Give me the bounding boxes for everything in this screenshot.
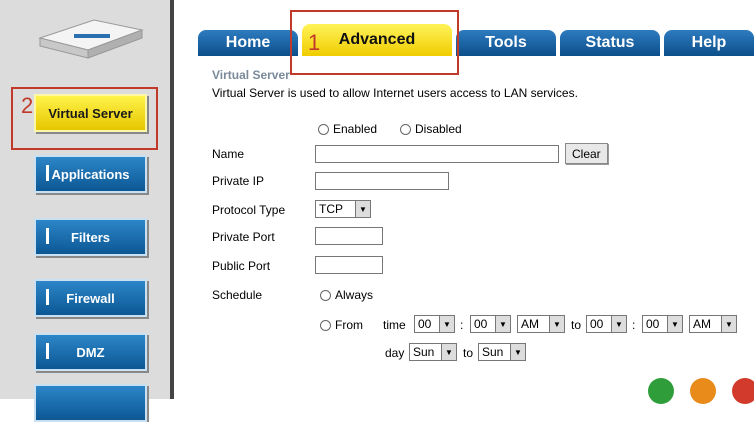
- sidebar-item-label: Applications: [51, 166, 130, 182]
- apply-icon[interactable]: [648, 378, 674, 404]
- annotation-number-2: 2: [21, 93, 34, 118]
- tab-home[interactable]: Home: [198, 30, 298, 56]
- tick-icon: [46, 228, 49, 244]
- private-port-input[interactable]: [315, 227, 383, 245]
- section-description: Virtual Server is used to allow Internet…: [212, 86, 578, 100]
- enabled-label: Enabled: [333, 122, 378, 136]
- cancel-icon[interactable]: [690, 378, 716, 404]
- tab-label: Status: [585, 34, 635, 51]
- time-from-ampm-select[interactable]: AM ▼: [517, 315, 565, 333]
- tick-icon: [46, 343, 49, 359]
- chevron-down-icon: ▼: [441, 344, 456, 360]
- tab-help[interactable]: Help: [664, 30, 754, 56]
- radio-icon: [320, 320, 331, 332]
- sidebar-item-more[interactable]: [34, 384, 147, 422]
- schedule-label: Schedule: [212, 288, 263, 302]
- private-ip-input[interactable]: [315, 172, 449, 190]
- select-value: 00: [474, 317, 488, 331]
- tick-icon: [46, 165, 49, 181]
- chevron-down-icon: ▼: [721, 316, 736, 332]
- chevron-down-icon: ▼: [611, 316, 626, 332]
- to-label: to: [463, 346, 474, 360]
- public-port-label: Public Port: [212, 259, 271, 273]
- radio-icon: [320, 290, 331, 302]
- from-label: From: [335, 318, 363, 332]
- protocol-select[interactable]: TCP ▼: [315, 200, 371, 218]
- select-value: Sun: [482, 345, 504, 359]
- section-title: Virtual Server: [212, 68, 290, 82]
- sidebar-item-filters[interactable]: Filters: [34, 218, 147, 256]
- tab-label: Home: [225, 34, 271, 51]
- select-value: Sun: [413, 345, 435, 359]
- tab-tools[interactable]: Tools: [456, 30, 556, 56]
- private-port-label: Private Port: [212, 230, 275, 244]
- day-from-select[interactable]: Sun ▼: [409, 343, 457, 361]
- private-ip-label: Private IP: [212, 174, 265, 188]
- chevron-down-icon: ▼: [667, 316, 682, 332]
- enabled-radio[interactable]: Enabled: [318, 122, 377, 136]
- help-icon[interactable]: [732, 378, 754, 404]
- tick-icon: [46, 289, 49, 305]
- name-input[interactable]: [315, 145, 559, 163]
- sidebar-item-applications[interactable]: Applications: [34, 155, 147, 193]
- time-from-min-select[interactable]: 00 ▼: [470, 315, 511, 333]
- annotation-number-1: 1: [308, 30, 321, 55]
- select-value: AM: [521, 317, 539, 331]
- divider: [170, 0, 174, 399]
- chevron-down-icon: ▼: [495, 316, 510, 332]
- protocol-value: TCP: [319, 202, 343, 216]
- chevron-down-icon: ▼: [510, 344, 525, 360]
- sidebar: Virtual Server Applications Filters Fire…: [0, 0, 170, 422]
- tab-label: Tools: [485, 34, 527, 51]
- sidebar-item-label: Firewall: [66, 290, 115, 306]
- always-radio[interactable]: Always: [320, 288, 373, 302]
- public-port-input[interactable]: [315, 256, 383, 274]
- sidebar-item-dmz[interactable]: DMZ: [34, 333, 147, 371]
- tab-label: Help: [691, 34, 727, 51]
- select-value: AM: [693, 317, 711, 331]
- router-image: [38, 19, 144, 59]
- clear-button[interactable]: Clear: [565, 143, 608, 164]
- protocol-label: Protocol Type: [212, 203, 286, 217]
- to-label: to: [571, 318, 582, 332]
- name-label: Name: [212, 147, 245, 161]
- day-to-select[interactable]: Sun ▼: [478, 343, 526, 361]
- disabled-label: Disabled: [415, 122, 462, 136]
- select-value: 00: [590, 317, 604, 331]
- time-to-min-select[interactable]: 00 ▼: [642, 315, 683, 333]
- time-to-ampm-select[interactable]: AM ▼: [689, 315, 737, 333]
- radio-icon: [400, 124, 411, 136]
- disabled-radio[interactable]: Disabled: [400, 122, 462, 136]
- time-label: time: [383, 318, 406, 332]
- colon: :: [632, 318, 636, 332]
- always-label: Always: [335, 288, 374, 302]
- sidebar-item-label: Filters: [70, 229, 110, 245]
- radio-icon: [318, 124, 329, 136]
- chevron-down-icon: ▼: [355, 201, 370, 217]
- tab-status[interactable]: Status: [560, 30, 660, 56]
- top-tabs: Home Advanced Tools Status Help: [198, 24, 754, 56]
- time-to-hour-select[interactable]: 00 ▼: [586, 315, 627, 333]
- day-label: day: [385, 346, 405, 360]
- select-value: 00: [418, 317, 432, 331]
- chevron-down-icon: ▼: [439, 316, 454, 332]
- from-radio[interactable]: From: [320, 318, 363, 332]
- sidebar-item-firewall[interactable]: Firewall: [34, 279, 147, 317]
- sidebar-item-label: DMZ: [76, 344, 105, 360]
- select-value: 00: [646, 317, 660, 331]
- chevron-down-icon: ▼: [549, 316, 564, 332]
- colon: :: [460, 318, 464, 332]
- time-from-hour-select[interactable]: 00 ▼: [414, 315, 455, 333]
